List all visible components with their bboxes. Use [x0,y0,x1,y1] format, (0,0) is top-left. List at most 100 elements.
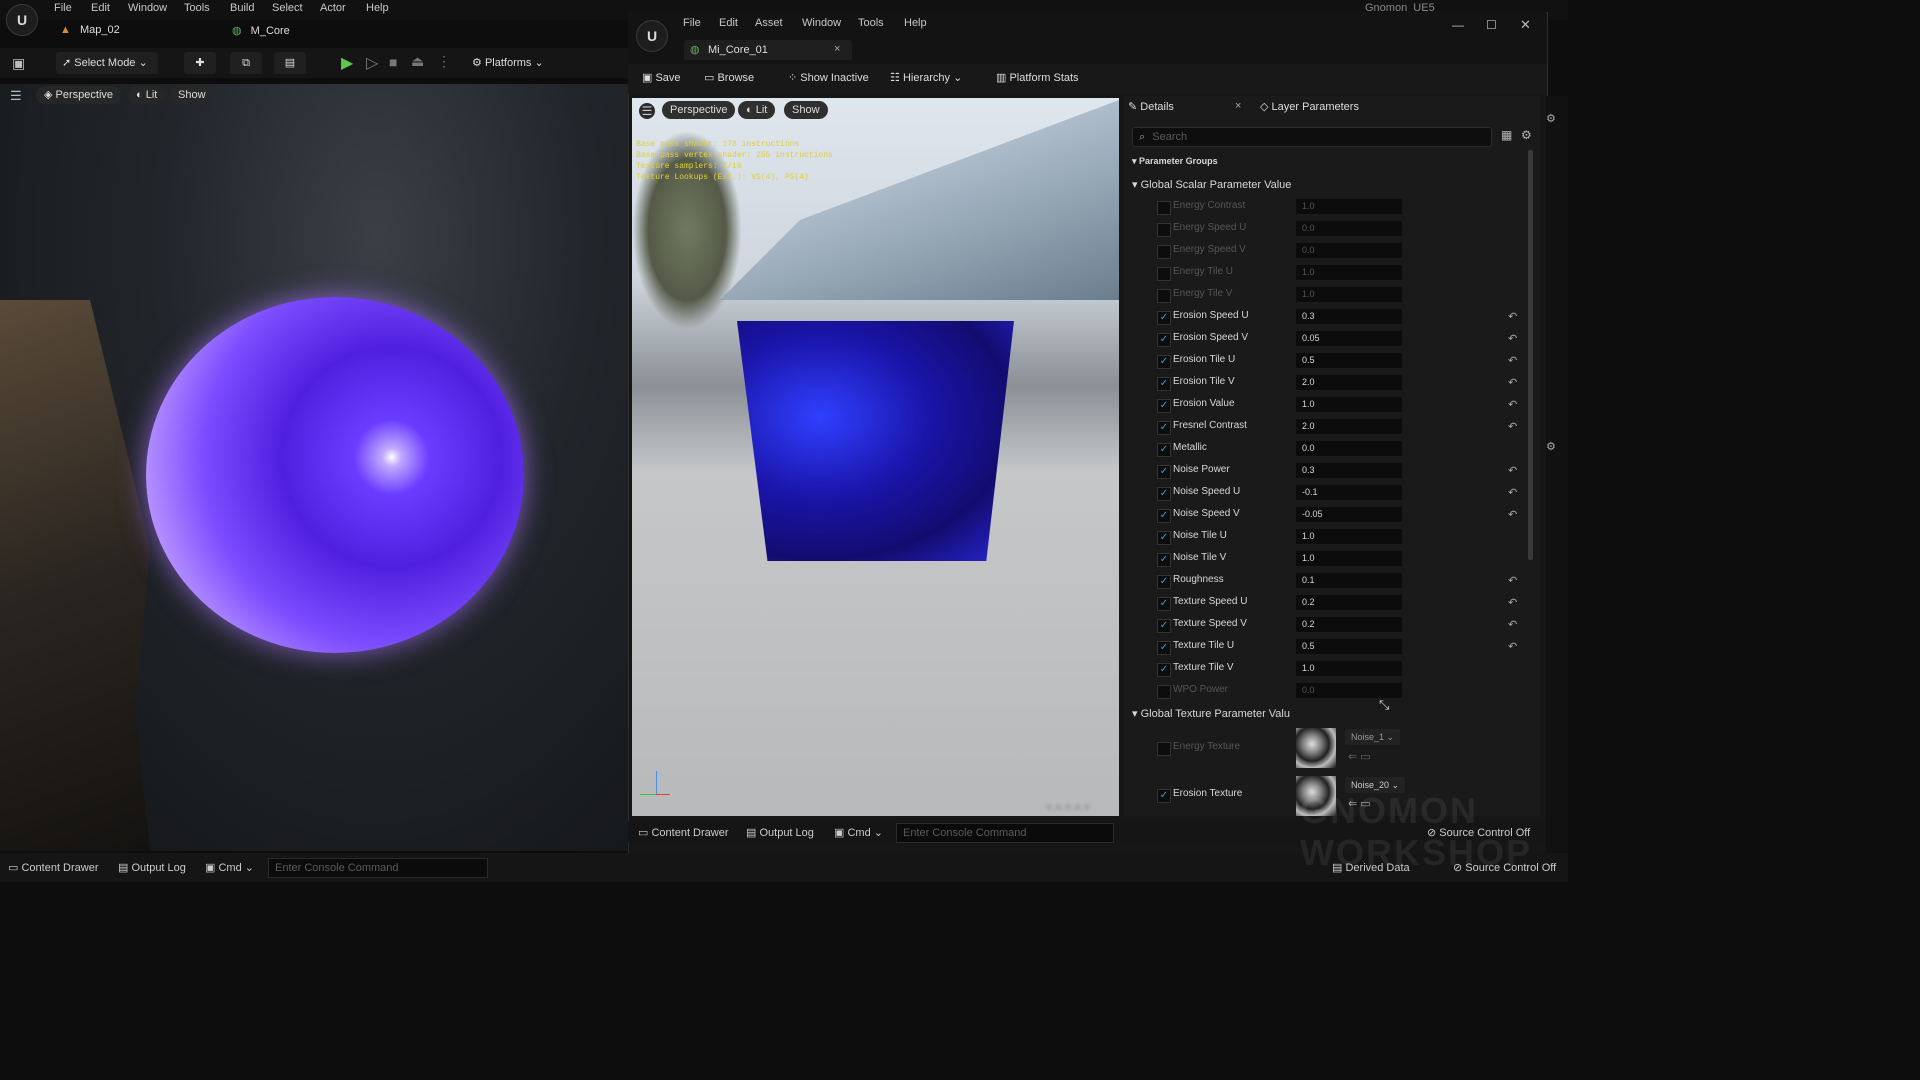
reset-to-default-icon[interactable]: ↶ [1508,640,1517,653]
param-value-input[interactable]: 2.0 [1296,419,1402,434]
tab-layer-parameters[interactable]: ◇ Layer Parameters [1260,100,1359,113]
param-value-input[interactable]: 0.0 [1296,441,1402,456]
param-checkbox[interactable] [1157,201,1171,215]
param-value-input[interactable]: 0.0 [1296,243,1402,258]
reset-to-default-icon[interactable]: ↶ [1508,376,1517,389]
param-checkbox[interactable] [1157,289,1171,303]
reset-to-default-icon[interactable]: ↶ [1508,420,1517,433]
texture-asset-combo[interactable]: Noise_1 ⌄ [1345,729,1401,745]
output-log-button[interactable]: ▤ Output Log [118,861,186,874]
mi-cmd-dropdown[interactable]: ▣ Cmd ⌄ [834,826,883,839]
reset-to-default-icon[interactable]: ↶ [1508,332,1517,345]
hierarchy-button[interactable]: ☷ Hierarchy ⌄ [890,71,962,84]
param-checkbox[interactable]: ✓ [1157,355,1171,369]
param-value-input[interactable]: 0.5 [1296,353,1402,368]
param-checkbox[interactable]: ✓ [1157,465,1171,479]
texture-group-header[interactable]: ▾ Global Texture Parameter Valu [1132,707,1290,720]
param-checkbox[interactable]: ✓ [1157,509,1171,523]
more-options-icon[interactable]: ⋮ [437,53,451,70]
tab-map[interactable]: ▲ Map_02 [60,24,120,44]
reset-to-default-icon[interactable]: ↶ [1508,310,1517,323]
perspective-button[interactable]: ◈ Perspective [36,86,122,104]
minimize-icon[interactable]: — [1452,18,1464,32]
param-value-input[interactable]: 0.2 [1296,617,1402,632]
settings-icon[interactable]: ⚙ [1546,112,1556,125]
details-scrollbar[interactable] [1528,150,1533,560]
mi-output-log-button[interactable]: ▤ Output Log [746,826,814,839]
param-value-input[interactable]: 0.1 [1296,573,1402,588]
platform-stats-button[interactable]: ▥ Platform Stats [996,71,1079,84]
param-value-input[interactable]: 0.3 [1296,309,1402,324]
lit-button[interactable]: ◐ Lit [128,86,166,104]
play-icon[interactable]: ▶ [341,53,353,73]
param-value-input[interactable]: 1.0 [1296,529,1402,544]
reset-to-default-icon[interactable]: ↶ [1508,618,1517,631]
step-icon[interactable]: ▷ [366,53,378,73]
console-input[interactable]: Enter Console Command [268,858,488,878]
menu-window[interactable]: Window [128,2,167,14]
viewport-menu-icon[interactable]: ☰ [639,103,655,119]
param-checkbox[interactable]: ✓ [1157,597,1171,611]
reset-to-default-icon[interactable]: ↶ [1508,574,1517,587]
mi-perspective-button[interactable]: Perspective [662,101,736,119]
param-checkbox[interactable]: ✓ [1157,421,1171,435]
browse-button[interactable]: ▭ Browse [704,71,754,84]
mi-show-button[interactable]: Show [784,101,828,119]
param-value-input[interactable]: 0.3 [1296,463,1402,478]
param-value-input[interactable]: 0.0 [1296,683,1402,698]
param-value-input[interactable]: 1.0 [1296,287,1402,302]
select-mode-button[interactable]: ➚ Select Mode ⌄ [56,52,158,74]
param-checkbox[interactable] [1157,742,1171,756]
param-checkbox[interactable]: ✓ [1157,399,1171,413]
blueprint-button[interactable]: ⧉ [230,52,262,74]
maximize-icon[interactable]: ☐ [1486,18,1497,32]
param-value-input[interactable]: -0.1 [1296,485,1402,500]
level-viewport[interactable] [0,84,628,851]
table-view-icon[interactable]: ▦ [1501,128,1512,142]
param-value-input[interactable]: 2.0 [1296,375,1402,390]
param-value-input[interactable]: -0.05 [1296,507,1402,522]
hamburger-menu-icon[interactable]: ☰ [10,88,22,104]
tab-details[interactable]: ✎ Details [1128,100,1174,113]
menu-file[interactable]: File [54,2,72,14]
stop-icon[interactable]: ■ [389,54,397,70]
menu-build[interactable]: Build [230,2,254,14]
close-window-icon[interactable]: ✕ [1520,17,1531,33]
settings-icon[interactable]: ⚙ [1546,440,1556,453]
param-checkbox[interactable]: ✓ [1157,333,1171,347]
platforms-button[interactable]: ⚙ Platforms ⌄ [472,52,554,74]
close-details-tab-icon[interactable]: × [1235,100,1241,112]
param-checkbox[interactable] [1157,267,1171,281]
param-value-input[interactable]: 0.2 [1296,595,1402,610]
mi-menu-help[interactable]: Help [904,17,927,29]
param-value-input[interactable]: 1.0 [1296,551,1402,566]
param-checkbox[interactable]: ✓ [1157,619,1171,633]
param-value-input[interactable]: 1.0 [1296,265,1402,280]
menu-select[interactable]: Select [272,2,303,14]
scalar-group-header[interactable]: ▾ Global Scalar Parameter Value [1132,178,1291,191]
param-value-input[interactable]: 0.05 [1296,331,1402,346]
menu-edit[interactable]: Edit [91,2,110,14]
cmd-dropdown[interactable]: ▣ Cmd ⌄ [205,861,254,874]
param-checkbox[interactable]: ✓ [1157,641,1171,655]
param-checkbox[interactable]: ✓ [1157,311,1171,325]
save-icon[interactable]: ▣ [12,55,25,72]
reset-to-default-icon[interactable]: ↶ [1508,596,1517,609]
param-value-input[interactable]: 1.0 [1296,397,1402,412]
param-checkbox[interactable]: ✓ [1157,531,1171,545]
mi-content-drawer-button[interactable]: ▭ Content Drawer [638,826,729,839]
texture-thumbnail[interactable] [1296,728,1336,768]
param-checkbox[interactable]: ✓ [1157,553,1171,567]
show-button[interactable]: Show [170,86,214,104]
cinematics-button[interactable]: ▤ [274,52,306,74]
parameter-groups-header[interactable]: ▾ Parameter Groups [1132,156,1218,167]
show-inactive-button[interactable]: ⁘ Show Inactive [788,71,869,84]
reset-to-default-icon[interactable]: ↶ [1508,486,1517,499]
mi-menu-asset[interactable]: Asset [755,17,783,29]
param-value-input[interactable]: 1.0 [1296,199,1402,214]
close-tab-icon[interactable]: × [834,43,840,55]
param-checkbox[interactable]: ✓ [1157,575,1171,589]
param-checkbox[interactable] [1157,245,1171,259]
save-button[interactable]: ▣ Save [642,71,681,84]
tab-material[interactable]: ◍ M_Core [232,24,290,44]
